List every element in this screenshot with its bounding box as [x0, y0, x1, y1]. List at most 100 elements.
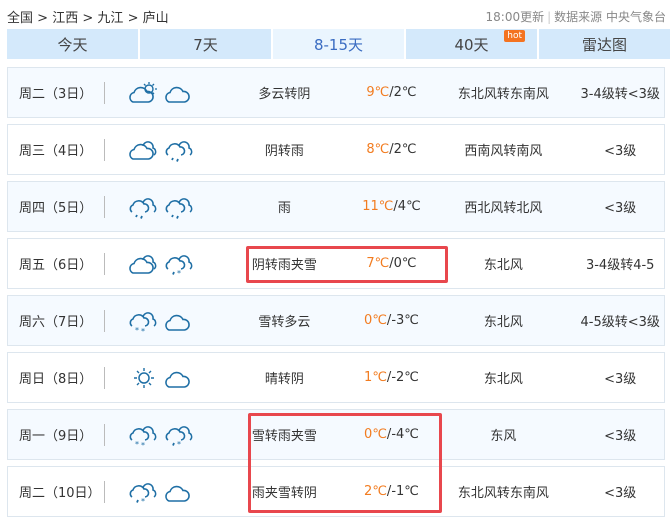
cloud-sleet-icon: *	[165, 254, 193, 277]
wind-direction: 东北风	[483, 315, 523, 330]
divider	[103, 309, 105, 332]
cloud-rain-icon	[129, 197, 157, 219]
breadcrumb-jiangxi[interactable]: 江西	[52, 11, 78, 26]
cloud-icon	[128, 140, 157, 160]
temp-high: 11℃	[362, 199, 394, 214]
day-date: 周二（3日）	[19, 87, 93, 102]
tab-1[interactable]: 7天	[140, 29, 271, 59]
forecast-row: 周三（4日） 阴转雨 8℃/2℃ 西南风转南风 <3级	[7, 124, 665, 175]
cloud-sleet-icon: *	[129, 482, 157, 505]
weather-desc: 雪转多云	[258, 315, 311, 330]
cloud-snow-icon: * *	[129, 311, 157, 334]
wind-direction: 东风	[490, 429, 517, 444]
svg-text:*: *	[141, 327, 145, 334]
divider	[103, 195, 105, 218]
weather-icons: * *	[129, 308, 217, 334]
cloud-rain-icon	[165, 197, 193, 219]
breadcrumb-jiujiang[interactable]: 九江	[97, 11, 123, 26]
tab-label: 8-15天	[313, 35, 364, 54]
cloud-sleet-icon: *	[165, 425, 193, 448]
wind-level: <3级	[604, 486, 637, 501]
sun-icon	[133, 367, 154, 388]
cloud-snow-icon: * *	[129, 425, 157, 448]
weather-icons: *	[128, 251, 217, 277]
cloud-rain-icon	[165, 140, 193, 162]
data-source: 数据来源 中央气象台	[554, 9, 666, 24]
tab-label: 雷达图	[581, 35, 627, 54]
temp-low: -2℃	[391, 370, 419, 385]
temperature: 1℃/-2℃	[364, 370, 419, 385]
temp-high: 0℃	[364, 313, 387, 328]
weather-desc: 晴转阴	[264, 372, 304, 387]
svg-text:*: *	[177, 440, 181, 448]
cloud-moon-icon	[164, 367, 190, 388]
temp-low: 2℃	[393, 142, 417, 157]
breadcrumb-sep: >	[37, 10, 49, 26]
temperature: 0℃/-3℃	[364, 313, 419, 328]
tab-label: 40天	[454, 35, 489, 54]
day-date: 周日（8日）	[19, 372, 93, 387]
temperature: 8℃/2℃	[366, 142, 417, 157]
temp-low: 4℃	[397, 199, 421, 214]
wind-level: 3-4级转<3级	[580, 87, 660, 102]
weather-icons	[129, 365, 217, 391]
divider	[103, 81, 105, 104]
wind-direction: 西南风转南风	[464, 144, 543, 159]
temperature: 9℃/2℃	[366, 85, 417, 100]
wind-level: <3级	[604, 144, 637, 159]
tab-label: 7天	[193, 35, 218, 54]
forecast-row: 周四（5日） 雨 11℃/4℃ 西北风转北风 <3级	[7, 181, 665, 232]
tab-3[interactable]: 40天 hot	[406, 29, 537, 59]
breadcrumb-national[interactable]: 全国	[7, 11, 33, 26]
highlight-box	[248, 413, 442, 513]
tab-0[interactable]: 今天	[7, 29, 138, 59]
divider	[103, 138, 105, 161]
highlight-box	[246, 246, 448, 283]
wind-direction: 东北风	[483, 372, 523, 387]
tab-2[interactable]: 8-15天	[273, 29, 404, 59]
day-date: 周一（9日）	[19, 429, 93, 444]
weather-icons	[129, 194, 217, 220]
cloud-moon-icon	[164, 481, 190, 502]
cloud-moon-icon	[164, 310, 190, 331]
divider	[103, 423, 105, 446]
weather-desc: 雨	[277, 201, 291, 216]
tab-4[interactable]: 雷达图	[539, 29, 670, 59]
day-date: 周五（6日）	[19, 258, 93, 273]
day-date: 周四（5日）	[19, 201, 93, 216]
wind-direction: 东北风	[483, 258, 523, 273]
wind-level: <3级	[604, 201, 637, 216]
forecast-tabs: 今天 7天 8-15天 40天 hot 雷达图	[7, 29, 672, 59]
breadcrumb: 全国 > 江西 > 九江 > 庐山	[7, 7, 169, 26]
divider	[103, 252, 105, 275]
wind-level: <3级	[604, 372, 637, 387]
temp-low: 2℃	[393, 85, 417, 100]
wind-direction: 西北风转北风	[464, 201, 543, 216]
svg-text:*: *	[177, 269, 181, 277]
wind-level: 3-4级转4-5	[585, 258, 655, 273]
svg-text:*: *	[135, 326, 139, 334]
update-time: 18:00更新	[485, 9, 545, 24]
cloud-sun-icon	[128, 81, 157, 103]
wind-direction: 东北风转东南风	[457, 486, 549, 501]
hot-badge: hot	[504, 30, 525, 42]
forecast-row: 周日（8日） 晴转阴 1℃/-2℃ 东北风 <3级	[7, 352, 665, 403]
weather-desc: 多云转阴	[258, 87, 311, 102]
weather-icons: * * *	[129, 422, 217, 448]
header: 全国 > 江西 > 九江 > 庐山 18:00更新 | 数据来源 中央气象台	[7, 6, 666, 26]
temp-high: 1℃	[364, 370, 387, 385]
breadcrumb-sep: >	[82, 10, 94, 26]
cloud-icon	[128, 254, 157, 274]
update-info: 18:00更新 | 数据来源 中央气象台	[485, 9, 666, 24]
divider	[103, 366, 105, 389]
divider	[103, 480, 105, 503]
temp-high: 8℃	[366, 142, 390, 157]
day-date: 周三（4日）	[19, 144, 93, 159]
wind-level: <3级	[604, 429, 637, 444]
temperature: 11℃/4℃	[362, 199, 421, 214]
svg-text:*: *	[135, 440, 139, 448]
temp-high: 9℃	[366, 85, 390, 100]
cloud-moon-icon	[164, 82, 190, 103]
breadcrumb-lushan: 庐山	[142, 10, 169, 26]
svg-text:*: *	[141, 441, 145, 448]
